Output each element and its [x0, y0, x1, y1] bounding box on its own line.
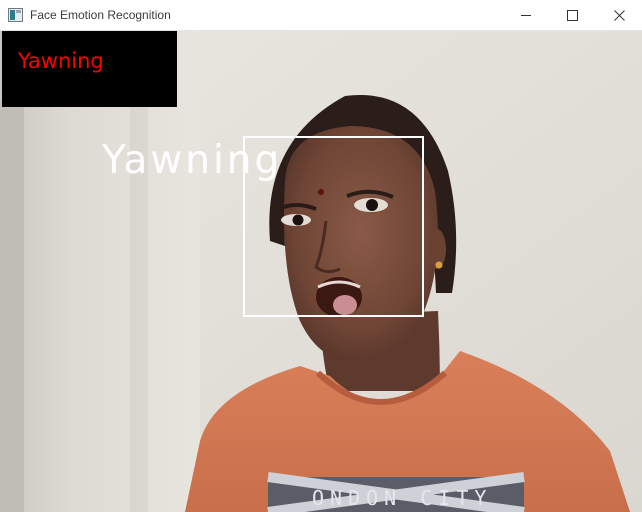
prediction-badge: Yawning: [2, 31, 177, 107]
face-emotion-label: Yawning: [102, 138, 283, 183]
earring: [435, 261, 443, 269]
title-bar[interactable]: Face Emotion Recognition: [0, 0, 642, 31]
shirt-print-text: ONDON CITY: [312, 486, 492, 510]
wall-corner-shadow: [0, 101, 24, 512]
app-window: Face Emotion Recognition ONDON CITY Yawn…: [0, 0, 642, 512]
opencv-window-icon: [8, 8, 23, 22]
close-button[interactable]: [596, 0, 642, 30]
maximize-icon: [567, 10, 578, 21]
minimize-icon: [521, 15, 531, 16]
maximize-button[interactable]: [549, 0, 595, 30]
window-title: Face Emotion Recognition: [30, 8, 171, 22]
webcam-frame: ONDON CITY Yawning Yawning: [0, 31, 642, 512]
prediction-badge-label: Yawning: [18, 49, 104, 73]
close-icon: [614, 10, 625, 21]
minimize-button[interactable]: [503, 0, 549, 30]
